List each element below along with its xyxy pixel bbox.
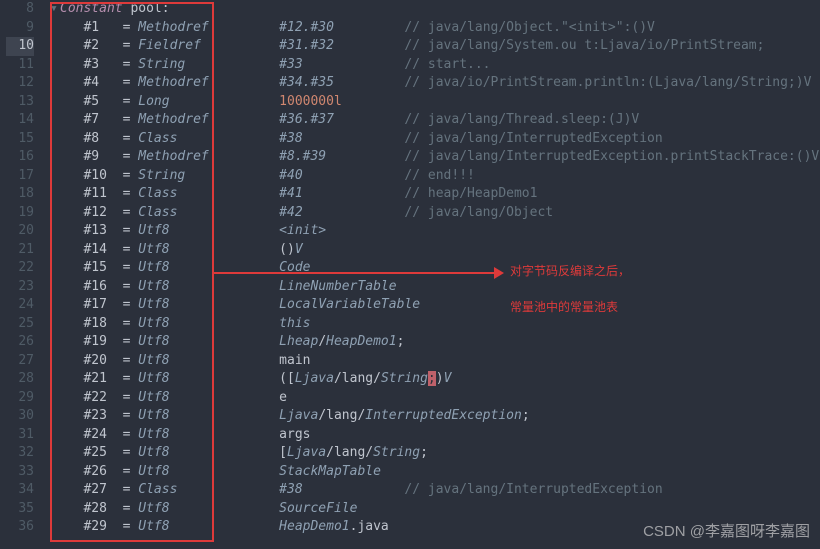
line-number: 36	[6, 518, 34, 537]
line-number: 10	[6, 37, 34, 56]
code-line: #21 = Utf8 ([Ljava/lang/String;)V	[50, 370, 820, 389]
code-line: #16 = Utf8 LineNumberTable	[50, 278, 820, 297]
line-number: 22	[6, 259, 34, 278]
code-line: #27 = Class #38 // java/lang/Interrupted…	[50, 481, 820, 500]
code-line: #3 = String #33 // start...	[50, 56, 820, 75]
line-number: 21	[6, 241, 34, 260]
line-number: 31	[6, 426, 34, 445]
code-line: #5 = Long 1000000l	[50, 93, 820, 112]
line-number: 14	[6, 111, 34, 130]
line-number: 12	[6, 74, 34, 93]
line-number: 23	[6, 278, 34, 297]
code-line: #4 = Methodref #34.#35 // java/io/PrintS…	[50, 74, 820, 93]
line-number: 35	[6, 500, 34, 519]
code-line: #8 = Class #38 // java/lang/InterruptedE…	[50, 130, 820, 149]
line-number: 29	[6, 389, 34, 408]
code-line: #14 = Utf8 ()V	[50, 241, 820, 260]
code-line: #12 = Class #42 // java/lang/Object	[50, 204, 820, 223]
code-line: #26 = Utf8 StackMapTable	[50, 463, 820, 482]
line-number: 27	[6, 352, 34, 371]
line-number: 8	[6, 0, 34, 19]
code-line: #20 = Utf8 main	[50, 352, 820, 371]
code-line: #29 = Utf8 HeapDemo1.java	[50, 518, 820, 537]
code-line: #28 = Utf8 SourceFile	[50, 500, 820, 519]
line-number: 13	[6, 93, 34, 112]
line-number: 30	[6, 407, 34, 426]
code-line: #17 = Utf8 LocalVariableTable	[50, 296, 820, 315]
code-line: #23 = Utf8 Ljava/lang/InterruptedExcepti…	[50, 407, 820, 426]
line-number: 20	[6, 222, 34, 241]
code-line: #11 = Class #41 // heap/HeapDemo1	[50, 185, 820, 204]
line-number: 9	[6, 19, 34, 38]
code-line: #25 = Utf8 [Ljava/lang/String;	[50, 444, 820, 463]
line-number: 11	[6, 56, 34, 75]
code-line: #1 = Methodref #12.#30 // java/lang/Obje…	[50, 19, 820, 38]
line-number: 18	[6, 185, 34, 204]
code-line: #7 = Methodref #36.#37 // java/lang/Thre…	[50, 111, 820, 130]
code-line: #9 = Methodref #8.#39 // java/lang/Inter…	[50, 148, 820, 167]
code-line: #15 = Utf8 Code	[50, 259, 820, 278]
line-number: 16	[6, 148, 34, 167]
code-line: #22 = Utf8 e	[50, 389, 820, 408]
line-number: 17	[6, 167, 34, 186]
line-number: 33	[6, 463, 34, 482]
code-line: #19 = Utf8 Lheap/HeapDemo1;	[50, 333, 820, 352]
line-number: 15	[6, 130, 34, 149]
line-number: 34	[6, 481, 34, 500]
code-editor[interactable]: 8910111213141516171819202122232425262728…	[0, 0, 820, 549]
constant-pool-header: ▾Constant pool:	[50, 0, 820, 19]
line-number-gutter: 8910111213141516171819202122232425262728…	[0, 0, 44, 549]
code-line: #13 = Utf8 <init>	[50, 222, 820, 241]
line-number: 26	[6, 333, 34, 352]
code-area[interactable]: ▾Constant pool: #1 = Methodref #12.#30 /…	[44, 0, 820, 549]
code-line: #10 = String #40 // end!!!	[50, 167, 820, 186]
line-number: 32	[6, 444, 34, 463]
code-line: #18 = Utf8 this	[50, 315, 820, 334]
code-line: #24 = Utf8 args	[50, 426, 820, 445]
line-number: 24	[6, 296, 34, 315]
code-line: #2 = Fieldref #31.#32 // java/lang/Syste…	[50, 37, 820, 56]
fold-icon[interactable]: ▾	[50, 0, 60, 19]
header-keyword: Constant	[60, 1, 123, 16]
line-number: 28	[6, 370, 34, 389]
line-number: 19	[6, 204, 34, 223]
line-number: 25	[6, 315, 34, 334]
